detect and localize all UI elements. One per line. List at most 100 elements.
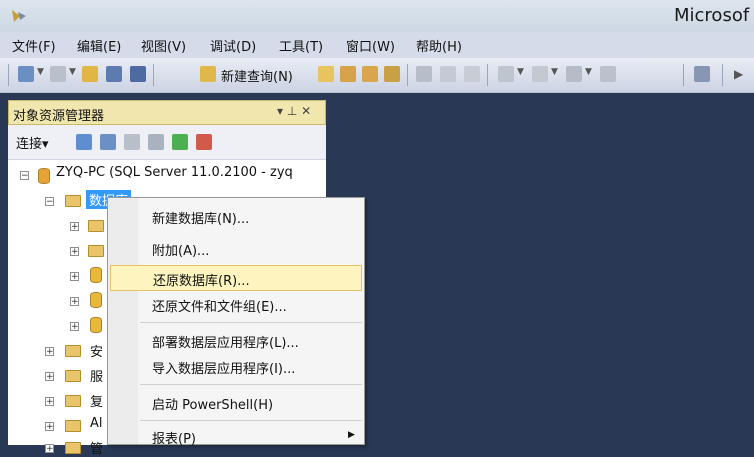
menu-item-import-data-tier[interactable]: 导入数据层应用程序(I)... <box>110 354 362 380</box>
undo-icon[interactable] <box>498 66 514 82</box>
expand-icon[interactable]: + <box>45 372 54 382</box>
expand-icon[interactable]: + <box>45 444 54 454</box>
folder-icon <box>65 420 81 432</box>
expand-icon[interactable]: + <box>70 322 79 332</box>
object-explorer-toolbar: 连接▾ <box>8 125 326 160</box>
menu-edit[interactable]: 编辑(E) <box>77 36 121 55</box>
new-query-button[interactable]: 新建查询(N) <box>221 66 293 85</box>
folder-icon <box>65 395 81 407</box>
pin-controls-icon[interactable]: ▾ ⊥ ✕ <box>277 104 311 118</box>
activity-monitor-icon[interactable] <box>196 134 212 150</box>
expand-icon[interactable]: + <box>70 297 79 307</box>
menu-debug[interactable]: 调试(D) <box>210 36 256 55</box>
navigate-backward-icon[interactable] <box>566 66 582 82</box>
chevron-down-icon[interactable]: ▼ <box>551 67 558 77</box>
expand-icon[interactable]: + <box>70 222 79 232</box>
redo-icon[interactable] <box>532 66 548 82</box>
database-icon <box>90 317 102 333</box>
db-engine-query-icon[interactable] <box>318 66 334 82</box>
menu-separator <box>140 420 362 421</box>
folder-icon <box>65 442 81 454</box>
paste-icon[interactable] <box>464 66 480 82</box>
chevron-down-icon[interactable]: ▼ <box>585 67 592 77</box>
play-icon[interactable]: ▶ <box>734 67 743 81</box>
object-explorer-icon[interactable] <box>694 66 710 82</box>
menu-item-start-powershell[interactable]: 启动 PowerShell(H) <box>110 390 362 416</box>
server-icon <box>38 168 50 184</box>
new-project-icon[interactable] <box>18 66 34 82</box>
chevron-down-icon[interactable]: ▼ <box>517 67 524 77</box>
menu-item-label: 导入数据层应用程序(I)... <box>152 362 296 377</box>
chevron-down-icon[interactable]: ▼ <box>69 67 76 77</box>
toolbar-grip <box>8 64 9 86</box>
window-title: Microsof <box>674 5 750 26</box>
object-explorer-title: 对象资源管理器 <box>13 109 105 124</box>
main-toolbar: ▼ ▼ 新建查询(N) ▼ ▼ ▼ ▶ <box>0 58 754 93</box>
menu-separator <box>140 384 362 385</box>
refresh-icon[interactable] <box>172 134 188 150</box>
menu-item-new-database[interactable]: 新建数据库(N)... <box>110 204 362 230</box>
connect-dropdown-button[interactable]: 连接▾ <box>16 133 49 152</box>
object-explorer-header: 对象资源管理器 ▾ ⊥ ✕ <box>8 100 326 125</box>
toolbar-separator <box>683 64 684 86</box>
xmla-query-icon[interactable] <box>384 66 400 82</box>
copy-icon[interactable] <box>440 66 456 82</box>
stop-icon[interactable] <box>124 134 140 150</box>
menu-item-label: 还原数据库(R)... <box>153 274 250 289</box>
server-objects-node[interactable]: 服 <box>90 366 103 385</box>
expand-icon[interactable]: + <box>45 397 54 407</box>
folder-icon <box>65 370 81 382</box>
navigate-forward-icon[interactable] <box>600 66 616 82</box>
folder-icon <box>65 345 81 357</box>
menu-item-deploy-data-tier[interactable]: 部署数据层应用程序(L)... <box>110 328 362 354</box>
menu-item-label: 部署数据层应用程序(L)... <box>152 336 299 351</box>
toolbar-separator <box>153 64 154 86</box>
add-item-icon[interactable] <box>50 66 66 82</box>
server-node[interactable]: ZYQ-PC (SQL Server 11.0.2100 - zyq <box>56 165 293 180</box>
dmx-query-icon[interactable] <box>362 66 378 82</box>
chevron-down-icon[interactable]: ▼ <box>37 67 44 77</box>
menu-tools[interactable]: 工具(T) <box>279 36 323 55</box>
menu-view[interactable]: 视图(V) <box>141 36 186 55</box>
alwayson-node[interactable]: Al <box>90 416 103 431</box>
database-icon <box>90 292 102 308</box>
connect-object-explorer-icon[interactable] <box>76 134 92 150</box>
expand-icon[interactable]: + <box>70 272 79 282</box>
collapse-icon[interactable]: − <box>45 197 54 207</box>
mdx-query-icon[interactable] <box>340 66 356 82</box>
replication-node[interactable]: 复 <box>90 391 103 410</box>
menu-bar: 文件(F) 编辑(E) 视图(V) 调试(D) 工具(T) 窗口(W) 帮助(H… <box>0 32 754 58</box>
database-icon <box>90 267 102 283</box>
management-node[interactable]: 管 <box>90 438 103 457</box>
menu-item-reports[interactable]: 报表(P) ▶ <box>110 424 362 450</box>
folder-icon <box>88 220 104 232</box>
menu-item-label: 还原文件和文件组(E)... <box>152 300 287 315</box>
title-bar: Microsof <box>0 0 754 32</box>
menu-help[interactable]: 帮助(H) <box>416 36 462 55</box>
security-node[interactable]: 安 <box>90 341 103 360</box>
context-menu: 新建数据库(N)... 附加(A)... 还原数据库(R)... 还原文件和文件… <box>107 197 365 447</box>
expand-icon[interactable]: + <box>45 422 54 432</box>
save-all-icon[interactable] <box>130 66 146 82</box>
open-file-icon[interactable] <box>82 66 98 82</box>
menu-item-attach[interactable]: 附加(A)... <box>110 236 362 262</box>
menu-item-restore-files[interactable]: 还原文件和文件组(E)... <box>110 292 362 318</box>
folder-icon <box>65 195 81 207</box>
expand-icon[interactable]: + <box>70 247 79 257</box>
toolbar-separator <box>487 64 488 86</box>
new-query-icon[interactable] <box>200 66 216 82</box>
filter-icon[interactable] <box>148 134 164 150</box>
menu-window[interactable]: 窗口(W) <box>346 36 395 55</box>
disconnect-icon[interactable] <box>100 134 116 150</box>
cut-icon[interactable] <box>416 66 432 82</box>
menu-file[interactable]: 文件(F) <box>12 36 56 55</box>
menu-item-restore-database[interactable]: 还原数据库(R)... <box>110 265 362 291</box>
expand-icon[interactable]: + <box>45 347 54 357</box>
menu-item-label: 报表(P) <box>152 432 196 447</box>
folder-icon <box>88 245 104 257</box>
toolbar-separator <box>722 64 723 86</box>
save-icon[interactable] <box>106 66 122 82</box>
collapse-icon[interactable]: − <box>20 171 29 181</box>
menu-item-label: 附加(A)... <box>152 244 210 259</box>
menu-item-label: 新建数据库(N)... <box>152 212 250 227</box>
